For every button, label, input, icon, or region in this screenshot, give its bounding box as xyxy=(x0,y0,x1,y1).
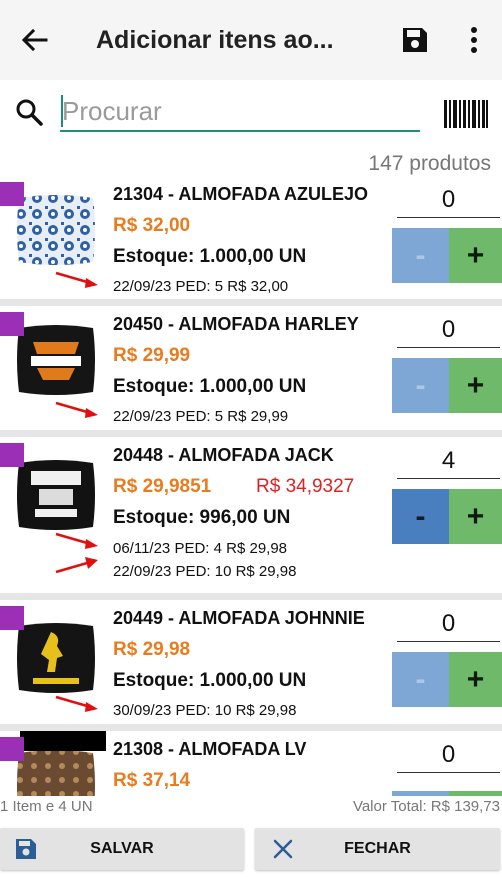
product-tag xyxy=(0,182,24,206)
product-card[interactable]: 21304 - ALMOFADA AZULEJO R$ 32,00 Estoqu… xyxy=(0,176,502,299)
product-card[interactable]: 21308 - ALMOFADA LV R$ 37,14 0 - + xyxy=(0,731,502,796)
close-button[interactable]: FECHAR xyxy=(255,828,500,870)
product-image xyxy=(17,750,95,796)
app-bar: Adicionar itens ao... xyxy=(0,0,502,80)
items-summary: 1 Item e 4 UN xyxy=(0,798,93,815)
red-arrow-icon xyxy=(55,557,98,574)
red-arrow-icon xyxy=(55,532,98,549)
quantity-field[interactable]: 0 xyxy=(397,182,500,218)
quantity-field[interactable]: 0 xyxy=(397,606,500,642)
product-price: R$ 32,00 xyxy=(113,215,191,236)
product-name: 20448 - ALMOFADA JACK xyxy=(113,445,334,465)
red-arrow-icon xyxy=(55,271,98,288)
increase-button[interactable]: + xyxy=(449,358,502,413)
product-price: R$ 29,9851 xyxy=(113,476,212,497)
total-value: Valor Total: R$ 139,73 xyxy=(352,798,500,815)
product-stock: Estoque: 1.000,00 UN xyxy=(113,670,307,691)
decrease-button[interactable]: - xyxy=(392,358,449,413)
product-price: R$ 29,99 xyxy=(113,345,191,366)
search-input[interactable] xyxy=(60,92,420,132)
barcode-icon[interactable] xyxy=(444,100,488,128)
product-tag xyxy=(0,443,24,467)
arrow-left-icon[interactable] xyxy=(18,24,50,56)
product-tag xyxy=(0,606,24,630)
product-price: R$ 29,98 xyxy=(113,639,191,660)
product-stock: Estoque: 996,00 UN xyxy=(113,507,291,528)
quantity-field[interactable]: 4 xyxy=(397,443,500,479)
product-list: 21304 - ALMOFADA AZULEJO R$ 32,00 Estoqu… xyxy=(0,176,502,796)
product-stock: Estoque: 1.000,00 UN xyxy=(113,246,307,267)
decrease-button[interactable]: - xyxy=(392,791,449,796)
redaction-bar xyxy=(20,731,106,751)
bottom-actions: SALVAR FECHAR xyxy=(0,820,502,877)
product-count: 147 produtos xyxy=(368,152,491,175)
order-history-line: 22/09/23 PED: 5 R$ 32,00 xyxy=(113,278,289,295)
product-price: R$ 37,14 xyxy=(113,770,191,791)
order-history-line: 06/11/23 PED: 4 R$ 29,98 xyxy=(113,540,288,557)
more-vert-icon[interactable] xyxy=(462,25,486,55)
increase-button[interactable]: + xyxy=(449,228,502,283)
increase-button[interactable]: + xyxy=(449,652,502,707)
product-tag xyxy=(0,312,24,336)
product-image xyxy=(17,623,95,693)
text-cursor xyxy=(61,95,63,127)
product-image xyxy=(17,460,95,530)
red-arrow-icon xyxy=(55,401,98,418)
save-button[interactable]: SALVAR xyxy=(0,828,244,870)
footer-summary: 1 Item e 4 UN Valor Total: R$ 139,73 xyxy=(0,798,502,818)
product-alt-price: R$ 34,9327 xyxy=(256,476,355,497)
order-history-line: 22/09/23 PED: 5 R$ 29,99 xyxy=(113,408,289,425)
product-image xyxy=(17,325,95,395)
increase-button[interactable]: + xyxy=(449,489,502,544)
product-tag xyxy=(0,737,24,761)
save-button-label: SALVAR xyxy=(90,840,154,857)
product-name: 20449 - ALMOFADA JOHNNIE xyxy=(113,608,365,628)
close-button-label: FECHAR xyxy=(344,840,411,857)
product-card[interactable]: 20449 - ALMOFADA JOHNNIE R$ 29,98 Estoqu… xyxy=(0,600,502,724)
product-card[interactable]: 20448 - ALMOFADA JACK R$ 29,9851 R$ 34,9… xyxy=(0,437,502,593)
search-icon xyxy=(16,99,43,126)
decrease-button[interactable]: - xyxy=(392,489,449,544)
decrease-button[interactable]: - xyxy=(392,652,449,707)
quantity-field[interactable]: 0 xyxy=(397,737,500,773)
product-name: 20450 - ALMOFADA HARLEY xyxy=(113,314,359,334)
order-history-line: 22/09/23 PED: 10 R$ 29,98 xyxy=(113,563,297,580)
floppy-disk-icon[interactable] xyxy=(400,25,430,55)
product-name: 21308 - ALMOFADA LV xyxy=(113,739,307,759)
order-history-line: 30/09/23 PED: 10 R$ 29,98 xyxy=(113,702,297,719)
search-bar xyxy=(0,80,502,150)
product-card[interactable]: 20450 - ALMOFADA HARLEY R$ 29,99 Estoque… xyxy=(0,306,502,430)
product-image xyxy=(17,195,95,265)
quantity-field[interactable]: 0 xyxy=(397,312,500,348)
product-name: 21304 - ALMOFADA AZULEJO xyxy=(113,184,369,204)
decrease-button[interactable]: - xyxy=(392,228,449,283)
red-arrow-icon xyxy=(55,695,98,712)
product-stock: Estoque: 1.000,00 UN xyxy=(113,376,307,397)
page-title: Adicionar itens ao... xyxy=(96,26,334,54)
increase-button[interactable]: + xyxy=(449,791,502,796)
